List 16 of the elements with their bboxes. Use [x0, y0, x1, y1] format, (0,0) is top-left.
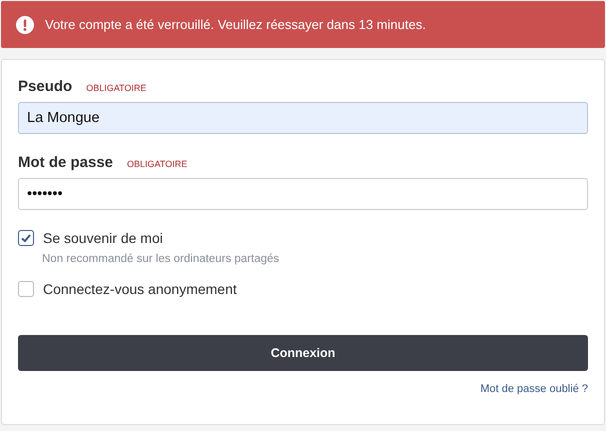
input-field[interactable]: La Mongue	[18, 102, 588, 134]
login-button[interactable]: Connexion	[18, 335, 588, 371]
checkbox[interactable]	[18, 281, 34, 297]
hint-text: Non recommandé sur les ordinateurs partagés	[42, 253, 280, 265]
checkbox-label[interactable]: Connectez-vous anonymement	[43, 281, 237, 297]
input-field[interactable]: •••••••	[18, 178, 588, 210]
checkbox[interactable]	[18, 230, 34, 246]
forgot-password-link[interactable]: Mot de passe oublié ?	[480, 383, 588, 395]
checkbox-label[interactable]: Se souvenir de moi	[43, 230, 163, 246]
alert-message: Votre compte a été verrouillé. Veuillez réessayer dans 13 minutes.	[45, 17, 426, 32]
field-label: Pseudo	[18, 78, 72, 95]
check-icon	[20, 232, 32, 244]
required-tag: OBLIGATOIRE	[127, 159, 188, 169]
required-tag: OBLIGATOIRE	[86, 83, 146, 93]
warning-icon	[16, 16, 34, 34]
field-label: Mot de passe	[18, 154, 114, 171]
